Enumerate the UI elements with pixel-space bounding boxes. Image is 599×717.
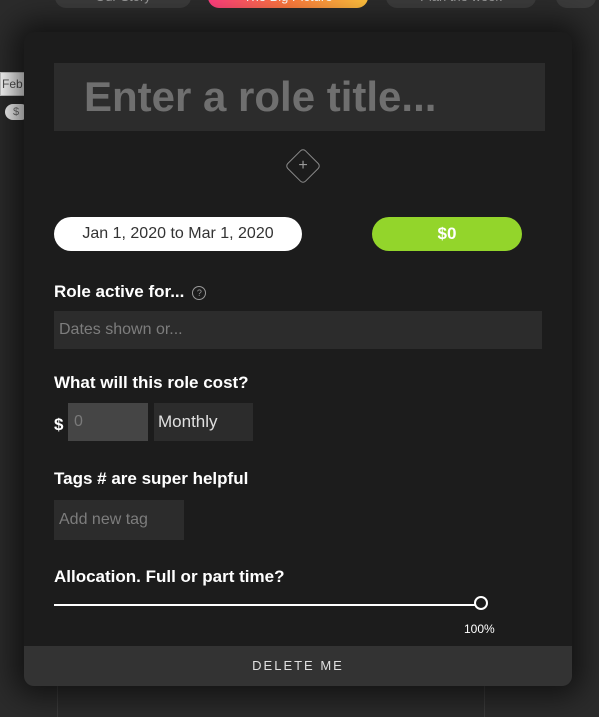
allocation-heading: Allocation. Full or part time? (54, 567, 285, 586)
date-range-pill[interactable]: Jan 1, 2020 to Mar 1, 2020 (54, 217, 302, 251)
currency-symbol: $ (54, 415, 64, 434)
role-active-heading: Role active for...? (54, 282, 207, 302)
add-button[interactable] (284, 147, 322, 185)
tags-heading: Tags # are super helpful (54, 469, 249, 488)
role-title-input[interactable] (54, 63, 545, 131)
tag-input[interactable] (54, 500, 184, 540)
role-active-input[interactable] (54, 311, 542, 349)
role-active-label: Role active for... (54, 282, 185, 301)
tab-big-picture[interactable]: The Big Picture (208, 0, 368, 8)
allocation-slider-thumb[interactable] (474, 596, 488, 610)
allocation-value: 100% (464, 622, 495, 636)
cost-amount-input[interactable] (68, 403, 148, 441)
tab-plan-week[interactable]: Plan the week (386, 0, 536, 8)
allocation-slider-track[interactable] (54, 604, 481, 606)
tab-our-story[interactable]: Our Story (55, 0, 191, 8)
delete-button[interactable]: DELETE ME (24, 646, 572, 686)
total-cost-badge: $0 (372, 217, 522, 251)
help-icon[interactable]: ? (192, 285, 207, 300)
cost-heading: What will this role cost? (54, 373, 249, 392)
role-editor-modal: + Jan 1, 2020 to Mar 1, 2020 $0 Role act… (24, 32, 572, 686)
tab-more[interactable] (556, 0, 596, 8)
cost-period-select[interactable]: Monthly (154, 403, 253, 441)
top-tab-bar: Our Story The Big Picture Plan the week (0, 0, 599, 10)
